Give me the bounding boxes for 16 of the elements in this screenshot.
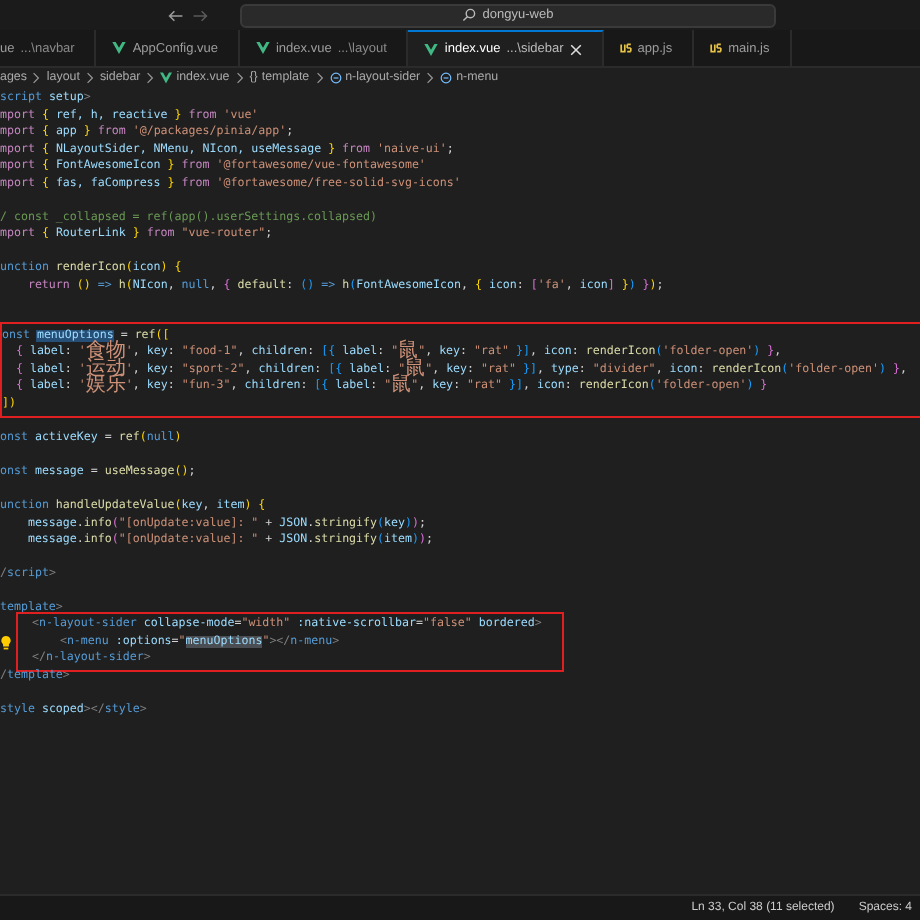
vue-file-icon [424,43,439,55]
lightbulb-icon[interactable] [0,635,12,649]
vue-file-icon [255,42,270,54]
chevron-icon [315,71,324,83]
close-icon[interactable] [569,43,582,55]
chevron-icon [235,71,244,83]
chevron-icon [146,71,155,83]
search-icon [462,8,477,22]
js-file-icon [710,42,723,54]
js-file-icon [619,42,632,54]
back-icon[interactable] [168,7,184,23]
forward-icon[interactable] [192,7,208,23]
chevron-icon [32,71,41,83]
vue-file-icon [112,42,127,54]
chevron-icon [85,71,94,83]
chevron-icon [426,71,435,83]
